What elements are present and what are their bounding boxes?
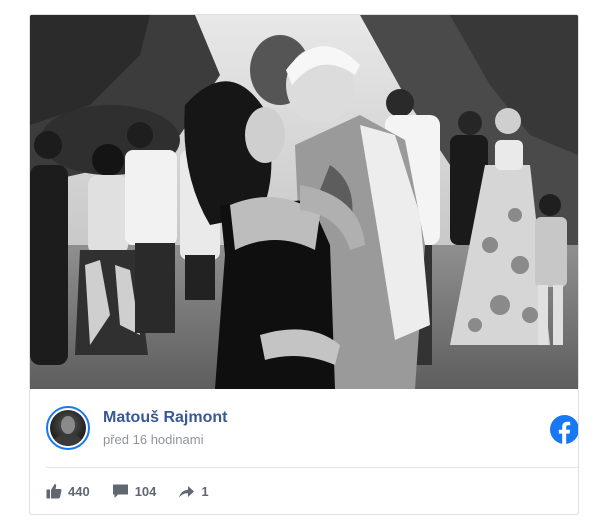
wedding-kiss-photo: [30, 15, 578, 389]
comment-count: 104: [134, 483, 157, 499]
like-stat[interactable]: 440: [46, 483, 90, 499]
avatar-face: [61, 416, 75, 434]
avatar-body: [54, 434, 82, 446]
comment-stat[interactable]: 104: [112, 483, 157, 499]
facebook-icon[interactable]: [550, 415, 579, 444]
thumbs-up-icon: [46, 484, 62, 499]
stats-divider: [46, 467, 578, 468]
share-arrow-icon: [179, 486, 195, 498]
share-count: 1: [201, 483, 209, 499]
share-stat[interactable]: 1: [178, 483, 209, 499]
post-header: Matouš Rajmont před 16 hodinami: [30, 389, 578, 467]
author-avatar[interactable]: [46, 406, 90, 450]
comment-bubble-icon: [112, 484, 128, 498]
engagement-stats: 440 104 1: [46, 481, 231, 501]
like-count: 440: [68, 483, 90, 499]
avatar-image: [50, 410, 86, 446]
post-timestamp[interactable]: před 16 hodinami: [103, 432, 203, 447]
author-name-link[interactable]: Matouš Rajmont: [103, 409, 227, 427]
facebook-post-embed: Matouš Rajmont před 16 hodinami 440 104: [29, 14, 579, 515]
post-photo[interactable]: [30, 15, 578, 389]
